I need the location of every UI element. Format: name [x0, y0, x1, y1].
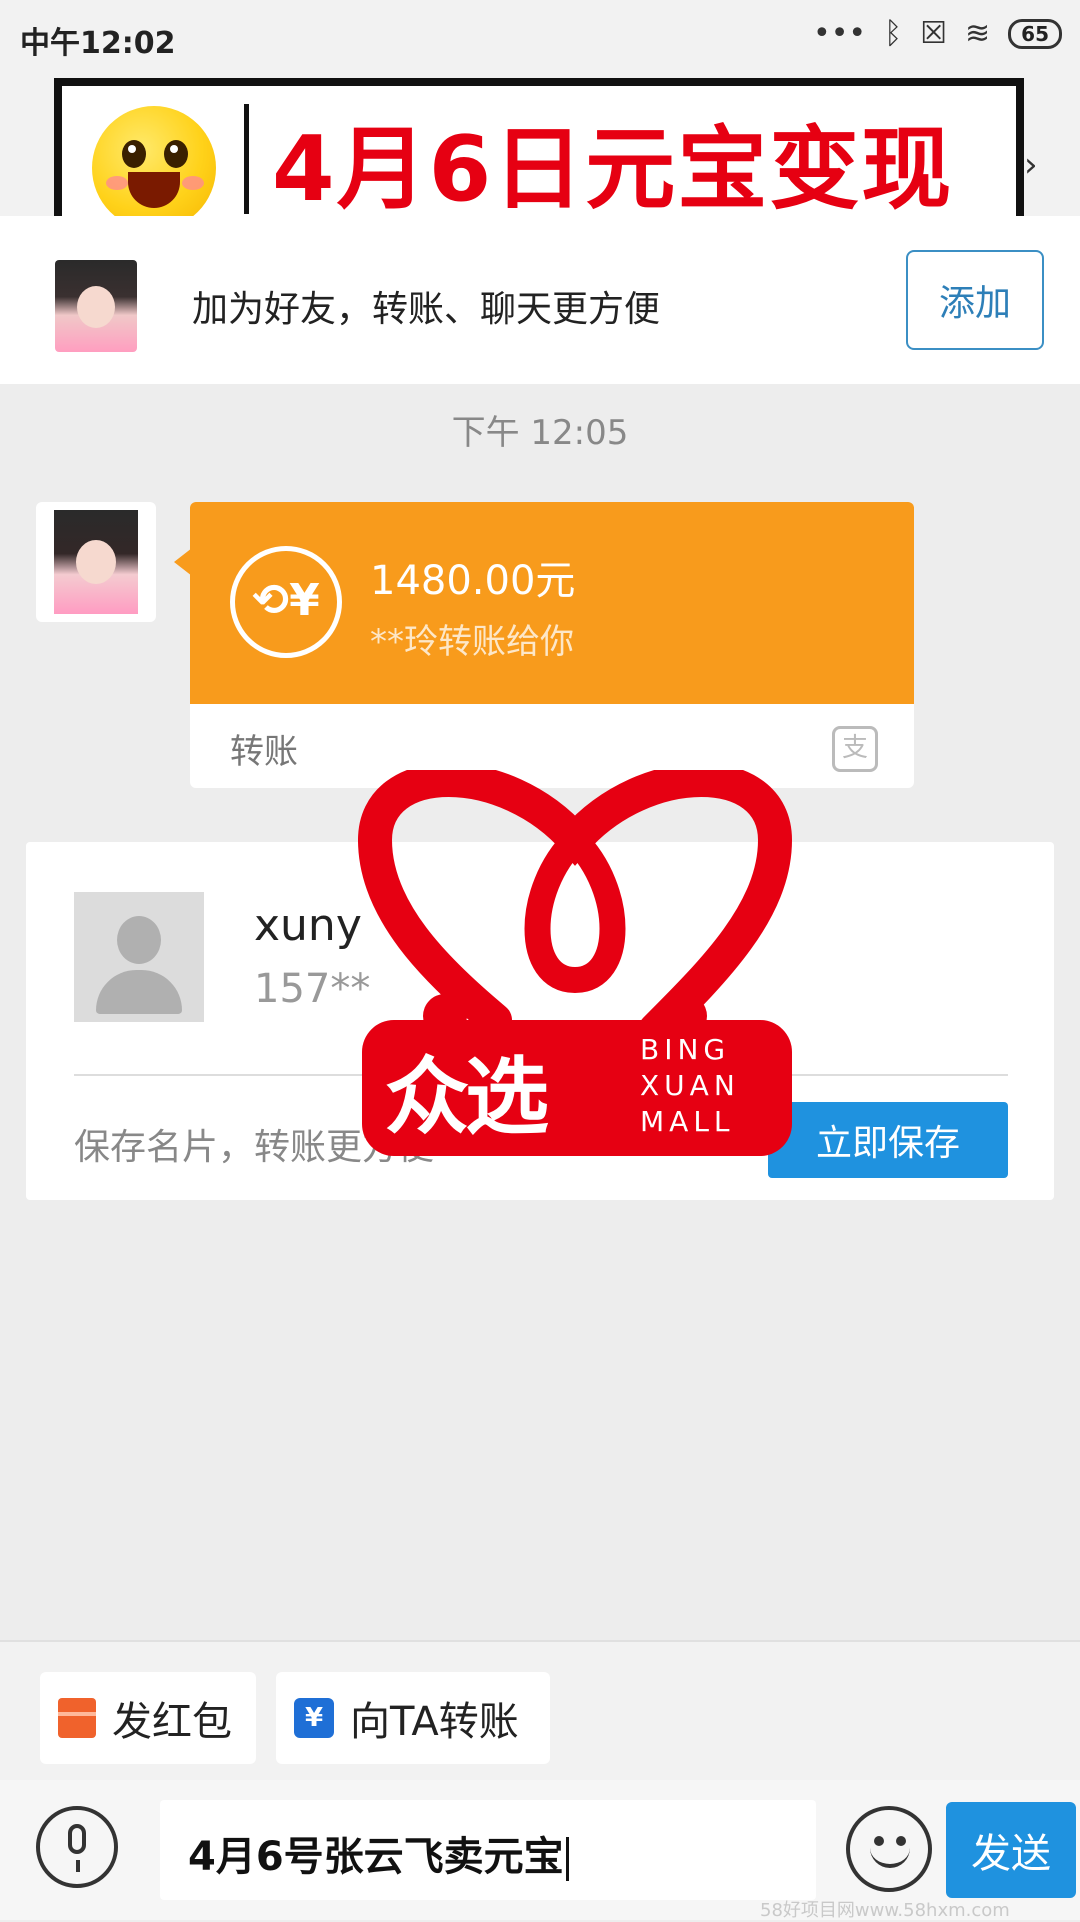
more-dots-icon: ••• [813, 16, 867, 51]
bluetooth-icon: ᛒ [884, 16, 903, 51]
default-avatar-icon [74, 892, 204, 1022]
transfer-icon: ¥ [294, 1698, 334, 1738]
logo-english-text: BING XUAN MALL [640, 1033, 740, 1138]
alipay-logo-icon: 支 [832, 726, 878, 772]
emoji-icon[interactable] [846, 1806, 932, 1892]
banner-title: 4月6日元宝变现 [272, 117, 954, 222]
notification-muted-icon: ☒ [920, 16, 948, 51]
sender-avatar[interactable] [36, 502, 156, 622]
status-icons: ••• ᛒ ☒ ≋ 65 [813, 16, 1062, 52]
red-packet-icon [58, 1698, 96, 1738]
red-packet-button[interactable]: 发红包 [40, 1672, 256, 1764]
contact-name: xuny [254, 900, 362, 951]
battery-indicator: 65 [1008, 19, 1062, 49]
transfer-from: **玲转账给你 [370, 622, 574, 662]
message-input[interactable]: 4月6号张云飞卖元宝 [160, 1800, 816, 1900]
save-now-button[interactable]: 立即保存 [768, 1102, 1008, 1178]
wifi-icon: ≋ [965, 16, 991, 51]
transfer-to-button[interactable]: ¥ 向TA转账 [276, 1672, 550, 1764]
contact-phone: 157** [254, 966, 371, 1012]
smiley-emoji-icon [92, 106, 216, 230]
status-time: 中午12:02 [20, 26, 176, 61]
logo-chinese-text: 众选 [385, 1048, 549, 1146]
send-button[interactable]: 发送 [946, 1802, 1076, 1898]
transfer-amount: 1480.00元 [370, 558, 576, 604]
text-caret [565, 1837, 569, 1881]
transfer-body: ⟲¥ 1480.00元 **玲转账给你 [190, 502, 914, 704]
footer-watermark: 58好项目网www.58hxm.com [760, 1900, 1010, 1921]
transfer-message[interactable]: ⟲¥ 1480.00元 **玲转账给你 转账 支 [190, 502, 914, 788]
avatar[interactable] [55, 260, 137, 352]
transfer-to-label: 向TA转账 [350, 1699, 519, 1745]
red-packet-label: 发红包 [112, 1699, 232, 1745]
add-friend-button[interactable]: 添加 [906, 250, 1044, 350]
chevron-right-icon[interactable]: › [1024, 145, 1038, 185]
transfer-label: 转账 [230, 732, 298, 772]
message-input-text[interactable]: 4月6号张云飞卖元宝 [188, 1824, 569, 1882]
transfer-exchange-icon: ⟲¥ [230, 546, 342, 658]
microphone-icon[interactable] [36, 1806, 118, 1888]
add-friend-prompt: 加为好友，转账、聊天更方便 [192, 289, 661, 330]
banner-divider [244, 104, 249, 214]
chat-timestamp: 下午 12:05 [451, 413, 629, 453]
